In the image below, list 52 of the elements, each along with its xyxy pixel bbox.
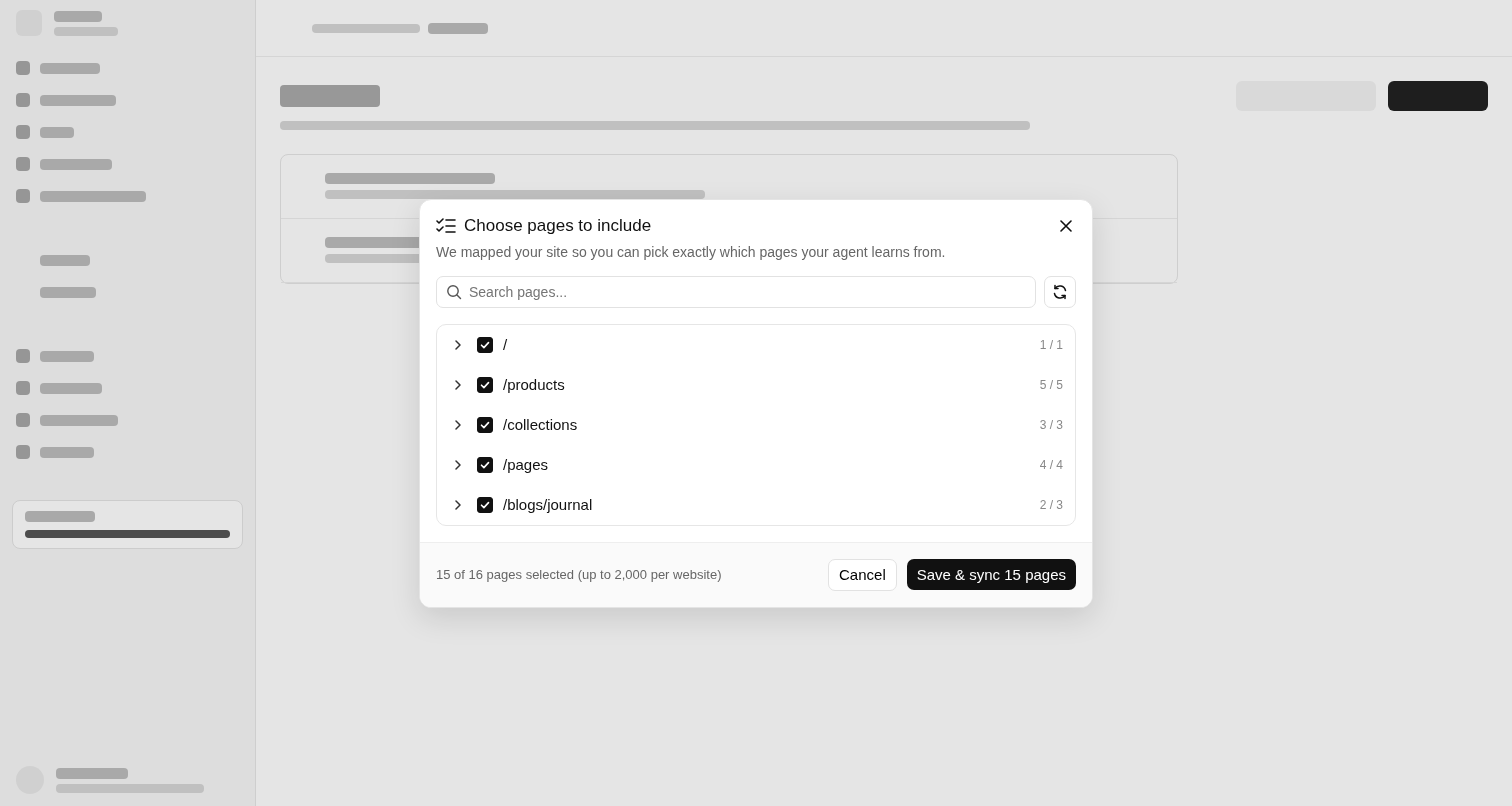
- text-placeholder: [40, 350, 94, 362]
- refresh-icon: [1052, 283, 1068, 300]
- dialog-description: We mapped your site so you can pick exactly which pages your agent learns from.: [436, 243, 947, 260]
- text-placeholder: [40, 254, 90, 266]
- page-path: /collections: [503, 416, 579, 433]
- nav-icon: [16, 381, 30, 395]
- dialog-title: Choose pages to include: [464, 215, 653, 236]
- nav-icon: [16, 349, 30, 363]
- chevron-icon[interactable]: [453, 458, 463, 471]
- chevron-icon[interactable]: [453, 378, 463, 391]
- text-placeholder: [54, 10, 102, 22]
- page-count: 2 / 3: [1039, 497, 1063, 512]
- text-placeholder: [25, 511, 95, 522]
- chevron-icon[interactable]: [453, 338, 463, 351]
- close-icon: [1060, 219, 1072, 232]
- nav-icon: [16, 93, 30, 107]
- page-count: 5 / 5: [1039, 377, 1063, 392]
- text-placeholder: [40, 382, 102, 394]
- checkbox[interactable]: [477, 456, 493, 473]
- page-count: 1 / 1: [1039, 337, 1063, 352]
- nav-icon: [16, 445, 30, 459]
- text-placeholder: [54, 26, 118, 36]
- checkbox[interactable]: [477, 376, 493, 393]
- nav-icon: [16, 125, 30, 139]
- text-placeholder: [40, 62, 100, 74]
- page-count: 3 / 3: [1039, 417, 1063, 432]
- page-path: /: [503, 336, 509, 353]
- cancel-button[interactable]: Cancel: [828, 558, 897, 591]
- text-placeholder: [40, 286, 96, 298]
- save-button[interactable]: Save & sync 15 pages: [906, 559, 1076, 590]
- selection-summary: 15 of 16 pages selected (up to 2,000 per website): [436, 567, 723, 582]
- checkbox[interactable]: [477, 496, 493, 513]
- nav-icon: [16, 157, 30, 171]
- checkbox[interactable]: [477, 416, 493, 433]
- checkbox[interactable]: [477, 336, 493, 353]
- refresh-button[interactable]: [1044, 275, 1076, 308]
- search-field[interactable]: Search pages...: [436, 275, 1036, 308]
- text-placeholder: [56, 767, 128, 779]
- text-placeholder: [40, 126, 74, 138]
- nav-icon: [16, 61, 30, 75]
- text-placeholder: [40, 446, 94, 458]
- nav-icon: [16, 413, 30, 427]
- text-placeholder: [40, 158, 112, 170]
- checklist-icon: [436, 216, 456, 235]
- page-path: /blogs/journal: [503, 496, 594, 513]
- page-path: /pages: [503, 456, 550, 473]
- page-path: /products: [503, 376, 566, 393]
- nav-icon: [16, 189, 30, 203]
- chevron-icon[interactable]: [453, 418, 463, 431]
- chevron-icon[interactable]: [453, 498, 463, 511]
- page-count: 4 / 4: [1039, 457, 1063, 472]
- text-placeholder: [428, 22, 488, 34]
